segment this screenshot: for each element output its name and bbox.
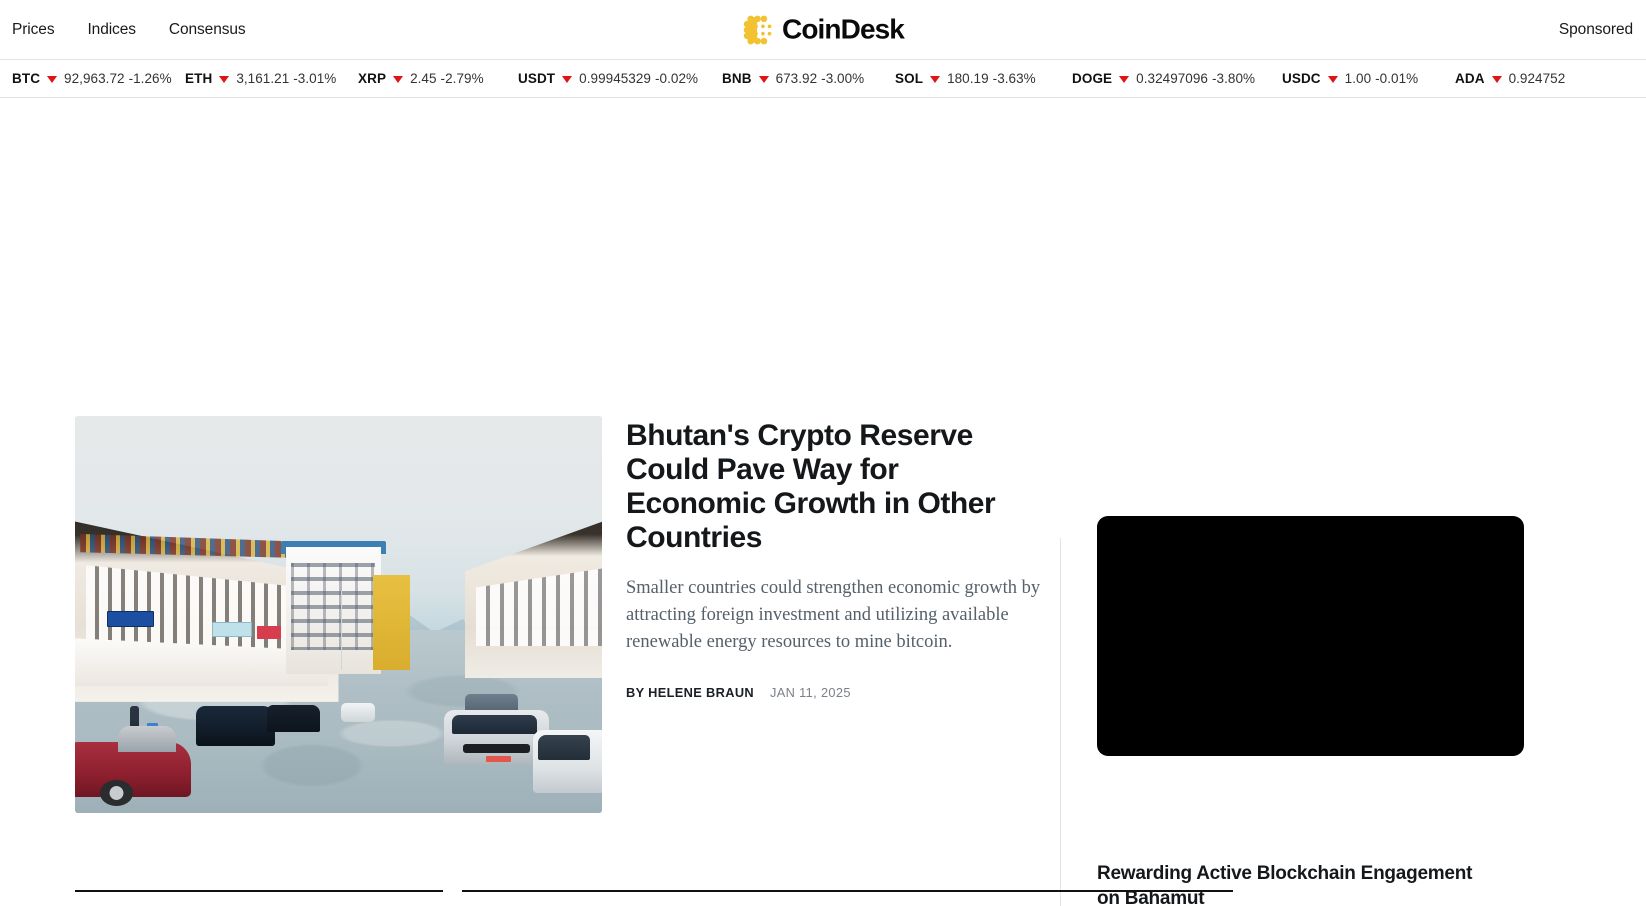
promo-headline[interactable]: Rewarding Active Blockchain Engagement o…	[1097, 861, 1497, 906]
coindesk-logo-icon	[742, 14, 773, 45]
ticker-price: 180.19	[947, 71, 989, 86]
ticker-symbol: BTC	[12, 71, 41, 86]
lead-story-byline: BY HELENE BRAUN JAN 11, 2025	[626, 685, 1075, 700]
arrow-down-icon	[930, 76, 941, 83]
section-rule-left	[75, 890, 443, 892]
photo-car-wheel	[99, 780, 133, 807]
ticker-price: 673.92	[775, 71, 818, 86]
photo-car-distant	[341, 703, 376, 722]
lead-story-image[interactable]	[75, 416, 602, 813]
section-rule-right	[462, 890, 1233, 892]
nav-item-prices[interactable]: Prices	[12, 22, 55, 38]
lead-story: Bhutan's Crypto Reserve Could Pave Way f…	[75, 416, 1075, 813]
photo-car-dark	[196, 705, 276, 746]
arrow-down-icon	[1491, 76, 1502, 83]
photo-street-pole	[341, 590, 343, 671]
photo-shop-sign-blue	[106, 610, 155, 628]
ticker-price: 0.924752	[1508, 71, 1566, 86]
arrow-down-icon	[758, 76, 769, 83]
photo-shop-sign-teal	[212, 622, 252, 637]
ticker-item-bnb[interactable]: BNB 673.92 -3.00%	[722, 71, 864, 86]
arrow-down-icon	[47, 76, 58, 83]
top-navigation-bar: Prices Indices Consensus CoinDesk Sponso…	[0, 0, 1646, 59]
photo-car-red	[75, 726, 191, 807]
ticker-change: -3.00%	[821, 71, 865, 86]
photo-shop-sign-red	[256, 625, 281, 640]
ticker-item-eth[interactable]: ETH 3,161.21 -3.01%	[185, 71, 336, 86]
nav-item-indices[interactable]: Indices	[87, 22, 136, 38]
ticker-item-btc[interactable]: BTC 92,963.72 -1.26%	[12, 71, 172, 86]
ticker-change: -2.79%	[440, 71, 484, 86]
ticker-item-xrp[interactable]: XRP 2.45 -2.79%	[358, 71, 484, 86]
nav-item-sponsored[interactable]: Sponsored	[1559, 21, 1633, 38]
photo-yellow-building	[372, 574, 410, 671]
photo-center-building-windows	[291, 562, 376, 651]
arrow-down-icon	[1119, 76, 1130, 83]
ticker-price: 1.00	[1344, 71, 1372, 86]
logo-wordmark: CoinDesk	[782, 13, 905, 45]
ticker-change: -3.63%	[992, 71, 1036, 86]
photo-car-grille	[462, 743, 531, 754]
ticker-change: -0.02%	[654, 71, 699, 86]
arrow-down-icon	[562, 76, 573, 83]
ticker-change: -3.01%	[293, 71, 337, 86]
ticker-symbol: USDT	[518, 71, 556, 86]
ticker-symbol: ADA	[1455, 71, 1485, 86]
lead-story-headline[interactable]: Bhutan's Crypto Reserve Could Pave Way f…	[626, 419, 1026, 555]
ticker-item-sol[interactable]: SOL 180.19 -3.63%	[895, 71, 1036, 86]
ticker-symbol: USDC	[1282, 71, 1321, 86]
price-ticker-bar[interactable]: BTC 92,963.72 -1.26% ETH 3,161.21 -3.01% XRP…	[0, 59, 1646, 98]
secondary-nav: Sponsored	[1559, 21, 1646, 39]
photo-car-white-right	[533, 729, 602, 794]
ticker-change: -3.80%	[1211, 71, 1256, 86]
arrow-down-icon	[219, 76, 230, 83]
ticker-price: 0.99945329	[579, 71, 651, 86]
ticker-symbol: DOGE	[1072, 71, 1113, 86]
ticker-symbol: XRP	[358, 71, 387, 86]
photo-car-dark-2	[267, 705, 321, 732]
ticker-symbol: BNB	[722, 71, 752, 86]
ticker-price: 92,963.72	[64, 71, 125, 86]
promo-video-player[interactable]	[1097, 516, 1524, 756]
lead-story-text: Bhutan's Crypto Reserve Could Pave Way f…	[626, 416, 1075, 813]
photo-car-plate	[486, 755, 512, 763]
main-content: Bhutan's Crypto Reserve Could Pave Way f…	[0, 98, 1646, 906]
ticker-item-usdc[interactable]: USDC 1.00 -0.01%	[1282, 71, 1418, 86]
ticker-price: 0.32497096	[1136, 71, 1208, 86]
rail-divider	[1060, 538, 1061, 906]
sidebar-promo: Rewarding Active Blockchain Engagement o…	[1097, 516, 1524, 906]
arrow-down-icon	[1327, 76, 1338, 83]
lead-story-deck: Smaller countries could strengthen econo…	[626, 577, 1041, 653]
ticker-change: -0.01%	[1375, 71, 1419, 86]
byline-date: JAN 11, 2025	[770, 684, 851, 700]
ticker-item-usdt[interactable]: USDT 0.99945329 -0.02%	[518, 71, 698, 86]
nav-item-consensus[interactable]: Consensus	[169, 22, 246, 38]
ticker-price: 2.45	[410, 71, 437, 86]
primary-nav: Prices Indices Consensus	[0, 22, 246, 38]
ticker-symbol: ETH	[185, 71, 213, 86]
ticker-item-ada[interactable]: ADA 0.924752	[1455, 71, 1565, 86]
arrow-down-icon	[393, 76, 404, 83]
byline-author[interactable]: BY HELENE BRAUN	[626, 685, 754, 700]
ticker-change: -1.26%	[128, 71, 172, 86]
ticker-price: 3,161.21	[236, 71, 290, 86]
ticker-item-doge[interactable]: DOGE 0.32497096 -3.80%	[1072, 71, 1255, 86]
site-logo[interactable]: CoinDesk	[742, 13, 905, 45]
ticker-symbol: SOL	[895, 71, 924, 86]
